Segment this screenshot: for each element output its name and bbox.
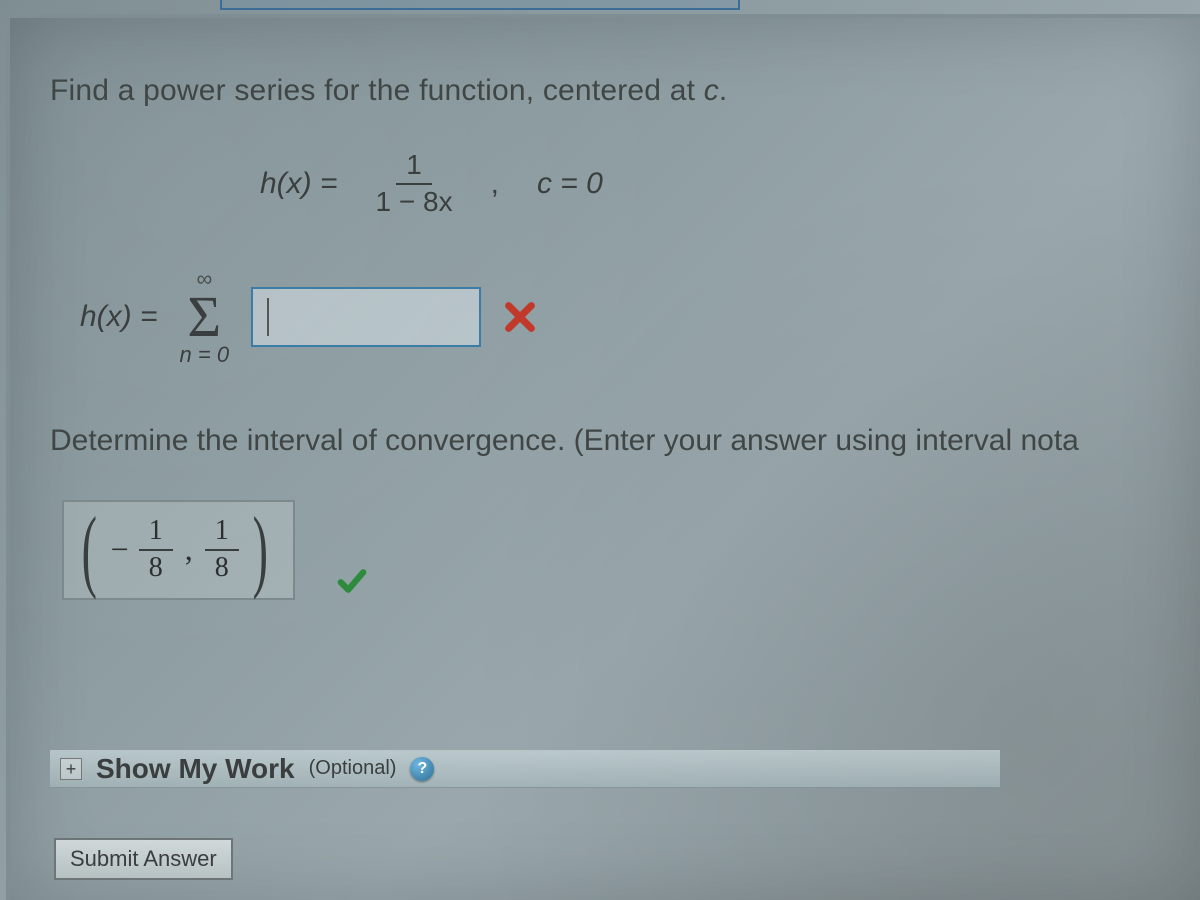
fraction-numerator: 1 (396, 150, 432, 185)
help-icon[interactable]: ? (410, 757, 434, 781)
text-caret (267, 298, 269, 336)
f1-den: 8 (149, 551, 163, 584)
sigma-notation: ∞ Σ n = 0 (180, 268, 230, 366)
answer-1-row: h(x) = ∞ Σ n = 0 (80, 268, 1200, 366)
f2-num: 1 (205, 516, 239, 551)
f1-num: 1 (139, 516, 173, 551)
fraction-denominator: 1 − 8x (376, 185, 453, 218)
center-equation: c = 0 (537, 167, 603, 201)
question-prompt: Find a power series for the function, ce… (50, 74, 1200, 108)
answer2-input[interactable]: ( − 1 8 , 1 8 ) (62, 500, 295, 600)
interval-frac-2: 1 8 (205, 516, 239, 584)
answer1-input[interactable] (251, 287, 481, 347)
interval-comma: , (185, 531, 193, 568)
sigma-symbol: Σ (187, 288, 221, 346)
answer1-lhs: h(x) = (80, 300, 158, 334)
paren-close: ) (252, 517, 267, 581)
sigma-lower: n = 0 (180, 344, 230, 366)
paren-open: ( (82, 517, 97, 581)
show-my-work-bar[interactable]: + Show My Work (Optional) ? (50, 750, 1000, 788)
given-equation: h(x) = 1 1 − 8x , c = 0 (260, 150, 1200, 218)
prompt-prefix: Find a power series for the function, ce… (50, 74, 704, 107)
center-variable: c (704, 74, 719, 107)
correct-icon (337, 566, 367, 596)
neg-sign: − (111, 531, 129, 568)
prompt-suffix: . (719, 74, 728, 107)
incorrect-icon (503, 300, 537, 334)
fraction: 1 1 − 8x (376, 150, 453, 218)
show-my-work-optional: (Optional) (309, 757, 397, 780)
answer-2-row: ( − 1 8 , 1 8 ) (62, 500, 1200, 600)
expand-icon[interactable]: + (60, 758, 82, 780)
function-lhs: h(x) = (260, 167, 338, 201)
f2-den: 8 (215, 551, 229, 584)
top-tab-indicator (220, 0, 740, 10)
submit-answer-button[interactable]: Submit Answer (54, 838, 233, 880)
interval-prompt: Determine the interval of convergence. (… (50, 424, 1200, 458)
interval-frac-1: 1 8 (139, 516, 173, 584)
show-my-work-label: Show My Work (96, 753, 295, 785)
question-frame: Find a power series for the function, ce… (6, 14, 1200, 900)
